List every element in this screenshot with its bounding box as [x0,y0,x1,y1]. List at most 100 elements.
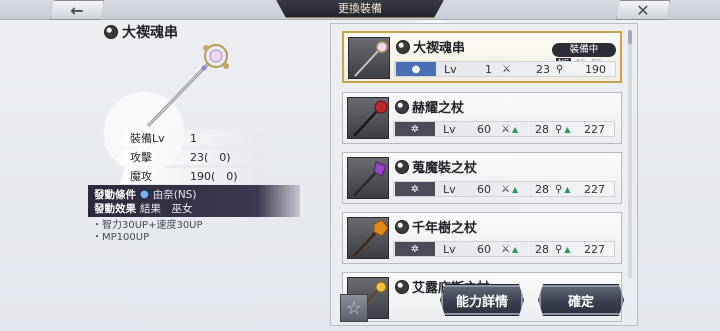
stat-row-attack: 攻擊 23( 0) [120,149,266,165]
staff-thumb-icon [354,41,388,77]
card-title: 赫耀之杖 [395,97,464,116]
page-title: 更換裝備 [276,0,444,18]
staff-thumb-icon [353,161,387,197]
equipment-card[interactable]: 蒐魔裝之杖 ✲ Lv 60 ⚔ ▲ 28 ⚲ ▲ 227 [342,152,622,204]
lv-label: Lv [443,122,456,136]
attack-value: 28 [535,242,549,256]
sword-icon: ⚔ [501,123,510,135]
card-item-name: 赫耀之杖 [412,101,465,116]
bonus-list: ・智力30UP+速度30UP ・MP100UP [92,220,203,244]
magatama-icon [395,159,409,174]
back-arrow-icon: ← [70,0,84,20]
magic-value: 190 [585,62,606,76]
bonus-item: ・MP100UP [92,232,150,243]
wand-icon: ⚲ [555,183,563,195]
magic-group: ⚲ 190 [556,63,606,76]
up-arrow-icon: ▲ [511,124,519,134]
stat-value: 1 [190,131,197,145]
equipment-card-selected[interactable]: 大禊魂串 裝備中 NS AS ES ● Lv 1 ⚔ 23 ⚲ 190 [342,31,622,83]
up-arrow-icon: ▲ [511,184,519,194]
class-chip: ✲ [395,182,435,196]
attack-group: ⚔ ▲ 28 [501,123,549,136]
attack-value: 23 [536,62,550,76]
wand-icon: ⚲ [555,243,563,255]
sword-icon: ⚔ [502,63,511,75]
card-stats-row: ✲ Lv 60 ⚔ ▲ 28 ⚲ ▲ 227 [393,121,615,137]
ability-details-button[interactable]: 能力詳情 [440,284,524,316]
magatama-icon [396,39,410,54]
stat-label: 裝備Lv [130,132,165,145]
sword-icon: ⚔ [501,243,510,255]
card-item-name: 大禊魂串 [413,41,466,56]
up-arrow-icon: ▲ [564,244,571,254]
lv-label: Lv [443,242,456,256]
attack-value: 28 [535,122,549,136]
lv-value: 60 [477,242,491,256]
stat-row-level: 裝備Lv 1 [120,130,266,146]
up-arrow-icon: ▲ [511,244,519,254]
equipment-card[interactable]: 千年樹之杖 ✲ Lv 60 ⚔ ▲ 28 ⚲ ▲ 227 [342,212,622,264]
stat-row-magic-attack: 魔攻 190( 0) [120,168,266,184]
item-thumbnail [347,157,389,199]
close-button[interactable]: ✕ [616,0,670,20]
attack-group: ⚔ ▲ 28 [501,183,549,196]
card-item-name: 蒐魔裝之杖 [412,161,478,176]
card-stats-row: ✲ Lv 60 ⚔ ▲ 28 ⚲ ▲ 227 [393,241,615,257]
item-thumbnail [347,217,389,259]
card-title: 蒐魔裝之杖 [395,157,477,176]
sword-icon: ⚔ [501,183,510,195]
equipment-card[interactable]: 赫耀之杖 ✲ Lv 60 ⚔ ▲ 28 ⚲ ▲ 227 [342,92,622,144]
detail-item-title: 大禊魂串 [104,22,178,42]
item-thumbnail [348,37,390,79]
attack-group: ⚔ ▲ 28 [501,243,549,256]
item-thumbnail [347,97,389,139]
bonus-item: ・智力30UP+速度30UP [92,220,203,231]
class-chip: ✲ [395,122,435,136]
staff-thumb-icon [353,100,388,137]
skill-effect-box: 發動條件 ● 由奈(NS) 發動效果 結果 巫女 [88,185,300,217]
attack-group: ⚔ 23 [502,63,550,76]
character-icon: ● [140,188,149,200]
magic-group: ⚲ ▲ 227 [555,243,605,256]
stat-label: 魔攻 [130,170,152,183]
stat-value: 190( 0) [190,170,238,183]
magic-value: 227 [584,242,605,256]
attack-value: 28 [535,182,549,196]
wand-icon: ⚲ [555,123,563,135]
card-stats-row: ✲ Lv 60 ⚔ ▲ 28 ⚲ ▲ 227 [393,181,615,197]
favorite-button[interactable]: ☆ [340,294,368,322]
staff-illustration [146,44,229,128]
confirm-button[interactable]: 確定 [538,284,624,316]
card-title: 大禊魂串 [396,37,465,56]
magatama-icon [395,99,409,114]
wand-icon: ⚲ [556,63,564,75]
magic-value: 227 [584,182,605,196]
card-item-name: 千年樹之杖 [412,221,478,236]
magic-value: 227 [584,122,605,136]
up-arrow-icon: ▲ [564,124,571,134]
lv-value: 60 [477,182,491,196]
stat-value: 23( 0) [190,151,231,164]
effect-condition-label: 發動條件 [94,188,136,201]
up-arrow-icon: ▲ [564,184,571,194]
class-chip: ✲ [395,242,435,256]
staff-thumb-icon [353,219,388,257]
magatama-icon [395,279,409,294]
stat-label: 攻擊 [130,151,152,164]
lv-value: 1 [485,62,492,76]
effect-condition-value: 由奈(NS) [152,188,197,201]
card-stats-row: ● Lv 1 ⚔ 23 ⚲ 190 [394,61,616,77]
effect-condition-line: 發動條件 ● 由奈(NS) [94,187,294,201]
close-icon: ✕ [636,0,650,20]
lv-label: Lv [444,62,457,76]
scroll-thumb[interactable] [628,30,632,44]
star-icon: ☆ [345,297,363,319]
lv-value: 60 [477,122,491,136]
back-button[interactable]: ← [50,0,104,20]
magatama-icon [104,25,118,39]
equipped-badge: 裝備中 [552,43,616,57]
effect-result-value: 結果 巫女 [140,202,193,215]
magic-group: ⚲ ▲ 227 [555,123,605,136]
list-scrollbar[interactable] [628,30,632,278]
character-chip: ● [396,62,436,76]
